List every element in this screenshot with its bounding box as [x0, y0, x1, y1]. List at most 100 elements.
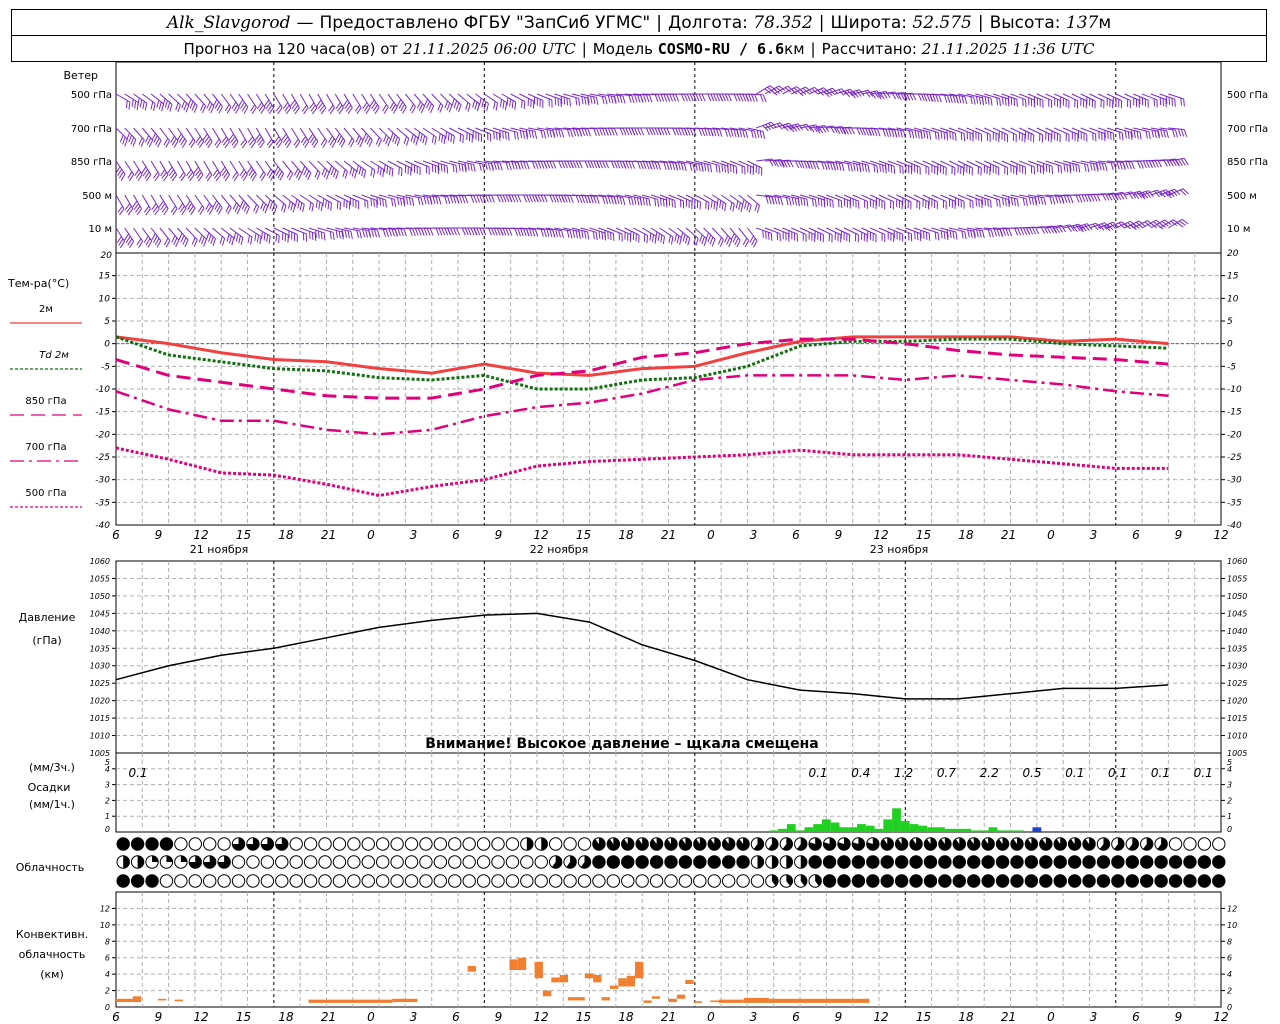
cloud-circle: [275, 855, 289, 869]
wind-barb: [141, 160, 152, 182]
wind-barb-flag: [1043, 197, 1047, 206]
temp-tick-label: 10: [99, 294, 111, 304]
convective-unit: (км): [40, 968, 64, 981]
wind-barb-flag: [502, 228, 507, 236]
wind-barb-flag: [1050, 134, 1052, 143]
wind-barb: [273, 93, 283, 115]
wind-barb-flag: [657, 162, 662, 170]
wind-barb-staff: [176, 160, 186, 176]
wind-barb-flag: [1145, 130, 1148, 139]
wind-barb-flag: [1016, 198, 1019, 207]
cloud-circle: [347, 874, 361, 888]
wind-barb-flag: [505, 228, 510, 236]
wind-barb: [361, 127, 373, 148]
wind-barb-flag: [496, 162, 500, 171]
cloud-circle: [404, 837, 419, 851]
wind-barb-flag: [508, 194, 513, 203]
wind-barb-flag: [838, 163, 842, 171]
convective-cloud-bar: [517, 957, 527, 971]
wind-barb-flag: [217, 207, 223, 215]
wind-barb: [852, 89, 874, 98]
wind-barb-staff: [913, 194, 929, 203]
wind-barb-flag: [961, 96, 965, 104]
wind-barb: [247, 127, 256, 149]
wind-barb-flag: [713, 128, 717, 137]
convective-cloud-bar: [601, 997, 610, 1001]
precip-bar: [953, 828, 963, 832]
precip-bar: [935, 827, 945, 832]
cloud-circle: [246, 855, 260, 869]
wind-barb-staff: [264, 127, 274, 143]
wind-barb-flag: [1017, 228, 1022, 236]
wind-barb-flag: [619, 196, 623, 205]
wind-barb-staff: [975, 160, 991, 169]
convective-cloud-bar: [609, 985, 619, 989]
wind-level-label: 700 гПа: [71, 124, 112, 135]
wind-barb: [255, 160, 266, 181]
wind-barb-flag: [593, 195, 597, 204]
precip-bar: [830, 822, 840, 832]
wind-barb-flag: [348, 201, 351, 210]
convective-tick-label: 10: [1227, 921, 1237, 930]
wind-barb-flag: [593, 96, 596, 105]
cloud-fill: [592, 837, 606, 851]
wind-barb: [615, 227, 632, 243]
wind-barb-flag: [613, 128, 618, 136]
wind-barb-flag: [233, 174, 239, 182]
cloud-circle: [159, 874, 174, 888]
wind-barb-flag: [927, 201, 930, 210]
wind-barb-flag: [1084, 194, 1089, 202]
wind-barb-flag: [990, 97, 993, 106]
wind-barb-flag: [654, 94, 659, 102]
wind-barb-staff: [922, 160, 938, 168]
wind-barb-staff: [159, 127, 170, 142]
wind-barb-flag: [610, 196, 614, 205]
wind-barb-flag: [770, 233, 773, 241]
wind-barb-flag: [581, 128, 586, 136]
wind-barb-staff: [843, 194, 859, 202]
wind-barb-flag: [163, 174, 169, 182]
cloud-circle: [433, 855, 448, 869]
wind-barb-flag: [1014, 228, 1019, 236]
cloud-fill: [160, 837, 173, 851]
cloud-circle: [678, 874, 693, 888]
convective-cloud-bar: [509, 959, 518, 971]
cloud-fill: [823, 855, 836, 869]
wind-barb: [115, 227, 126, 249]
wind-barb: [273, 127, 283, 149]
wind-barb-flag: [499, 228, 504, 236]
wind-barb-flag: [473, 195, 478, 204]
x-tick-label: 0: [1047, 1010, 1055, 1024]
wind-barb: [238, 93, 249, 114]
wind-barb-flag: [1008, 196, 1011, 205]
wind-barb-flag: [136, 208, 142, 216]
wind-barb-flag: [569, 129, 574, 138]
wind-barb-flag: [1023, 227, 1028, 235]
wind-barb-flag: [531, 228, 536, 237]
wind-barb-flag: [760, 167, 763, 176]
wind-barb-staff: [185, 127, 196, 142]
wind-barb-staff: [176, 127, 187, 142]
wind-barb-flag: [388, 228, 392, 237]
precip-bar: [927, 827, 936, 832]
wind-barb-flag: [1037, 196, 1041, 205]
wind-barb-flag: [470, 163, 473, 172]
convective-tick-label: 6: [1227, 954, 1232, 963]
wind-barb-flag: [362, 229, 366, 238]
wind-barb-flag: [1154, 160, 1159, 168]
wind-barb-flag: [709, 164, 713, 173]
wind-barb-flag: [397, 228, 401, 236]
wind-barb-staff: [194, 93, 207, 107]
wind-barb-staff: [1141, 189, 1158, 196]
convective-cloud-bar: [132, 996, 142, 1003]
wind-barb-flag: [689, 163, 693, 171]
precip-bar: [979, 830, 989, 832]
wind-barb-staff: [878, 160, 895, 167]
wind-barb-flag: [739, 94, 744, 102]
wind-barb-flag: [296, 234, 298, 243]
wind-barb-flag: [507, 132, 510, 141]
wind-barb-flag: [628, 127, 633, 136]
wind-barb-staff: [966, 160, 982, 169]
wind-barb-staff: [369, 93, 380, 108]
wind-barb-staff: [159, 194, 169, 209]
